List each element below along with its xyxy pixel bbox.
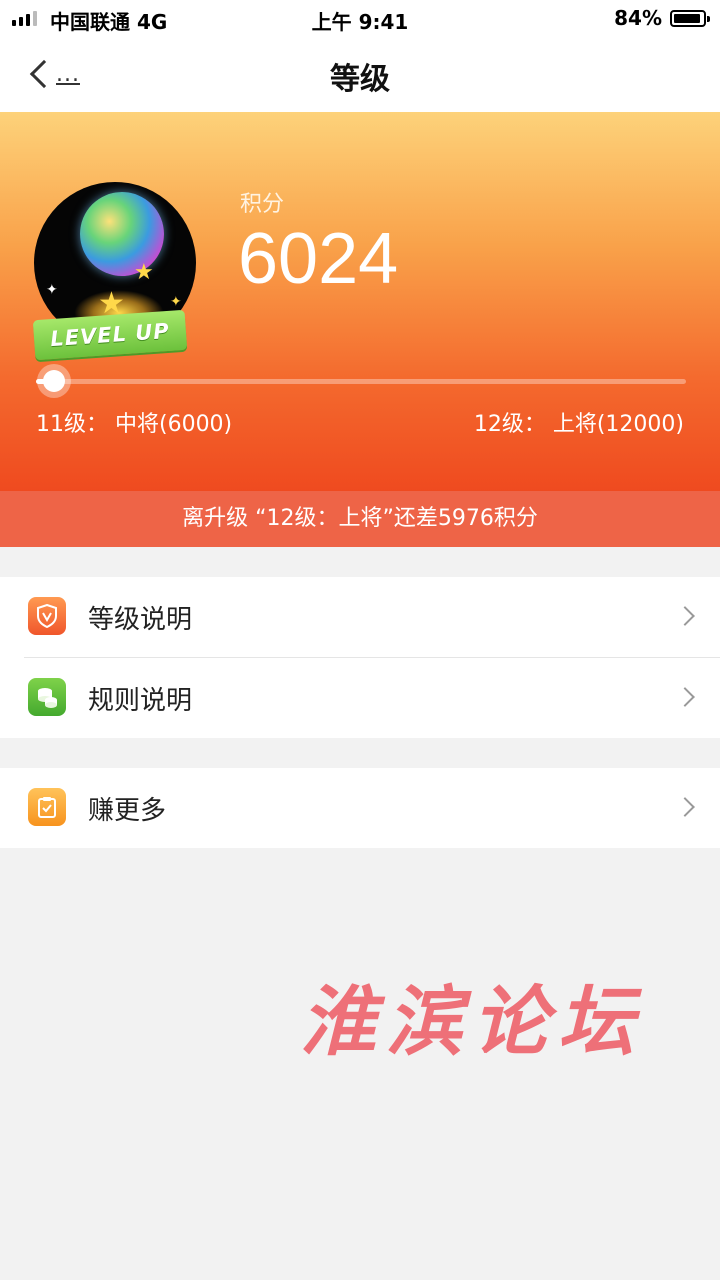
chevron-right-icon	[675, 606, 695, 626]
menu-item-label: 规则说明	[88, 686, 193, 716]
menu-item-level-info[interactable]: 等级说明	[0, 577, 720, 657]
sparkle-icon: ✦	[46, 282, 58, 298]
battery-percent: 84%	[614, 6, 662, 30]
coins-icon	[28, 678, 66, 716]
menu-item-rules[interactable]: 规则说明	[0, 658, 720, 738]
progress-knob	[43, 370, 65, 392]
current-level-label: 11级： 中将(6000)	[36, 412, 233, 437]
forum-watermark: 淮滨论坛	[300, 977, 644, 1066]
menu-item-earn-more[interactable]: 赚更多	[0, 768, 720, 848]
sparkle-icon: ✦	[170, 294, 182, 310]
level-header: ★ ★ ✦ ✦ LEVEL UP 积分 6024 11级： 中将(6000) 1…	[0, 112, 720, 492]
menu-group-earn: 赚更多	[0, 768, 720, 848]
clock: 上午 9:41	[311, 10, 409, 34]
status-bar: 中国联通 4G 上午 9:41 84%	[0, 0, 720, 36]
menu-group-info: 等级说明 规则说明	[0, 577, 720, 738]
chevron-right-icon	[675, 687, 695, 707]
menu-item-label: 赚更多	[88, 796, 167, 826]
score-label: 积分	[240, 192, 285, 217]
clipboard-check-icon	[28, 788, 66, 826]
menu-item-label: 等级说明	[88, 605, 193, 635]
nav-bar: ... 等级	[0, 36, 720, 112]
page-title: 等级	[330, 62, 390, 97]
chevron-right-icon	[675, 797, 695, 817]
next-level-label: 12级： 上将(12000)	[473, 412, 684, 437]
star-icon: ★	[134, 260, 154, 285]
shield-v-icon	[28, 597, 66, 635]
level-page: 中国联通 4G 上午 9:41 84% ... 等级 ★ ★ ✦ ✦ LEVEL…	[0, 0, 720, 1280]
upgrade-hint: 离升级 “12级：上将”还差5976积分	[0, 491, 720, 547]
score-value: 6024	[238, 219, 399, 299]
level-progress-bar	[36, 370, 686, 392]
battery-icon	[670, 10, 710, 27]
